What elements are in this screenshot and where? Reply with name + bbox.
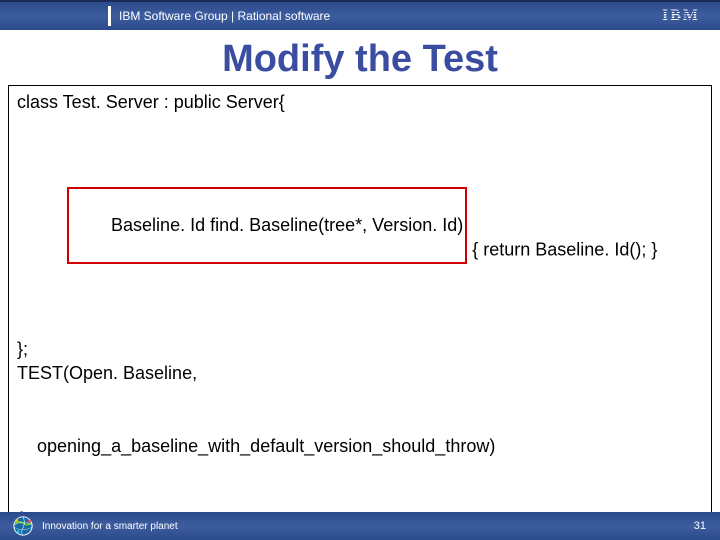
code-box: class Test. Server : public Server{ Base… bbox=[8, 85, 712, 540]
code-line: opening_a_baseline_with_default_version_… bbox=[17, 386, 703, 507]
header-text: IBM Software Group | Rational software bbox=[119, 9, 662, 23]
footer-tagline: Innovation for a smarter planet bbox=[42, 521, 694, 532]
ibm-logo-text: IBM bbox=[662, 7, 700, 25]
code-line: Baseline. Id find. Baseline(tree*, Versi… bbox=[17, 114, 703, 337]
ibm-logo: IBM bbox=[662, 7, 700, 25]
code-fragment: { return Baseline. Id(); } bbox=[467, 240, 657, 260]
code-fragment: Baseline. Id find. Baseline(tree*, Versi… bbox=[111, 215, 463, 235]
code-line: class Test. Server : public Server{ bbox=[17, 90, 703, 114]
highlight-box: Baseline. Id find. Baseline(tree*, Versi… bbox=[67, 187, 467, 264]
code-fragment: opening_a_baseline_with_default_version_… bbox=[17, 434, 703, 458]
slide-title: Modify the Test bbox=[0, 38, 720, 81]
code-line: TEST(Open. Baseline, bbox=[17, 361, 703, 385]
globe-icon bbox=[12, 515, 34, 537]
header-separator bbox=[108, 6, 111, 26]
header-bar: IBM Software Group | Rational software I… bbox=[0, 0, 720, 30]
code-line: }; bbox=[17, 337, 703, 361]
page-number: 31 bbox=[694, 520, 706, 532]
footer-bar: Innovation for a smarter planet 31 bbox=[0, 512, 720, 540]
